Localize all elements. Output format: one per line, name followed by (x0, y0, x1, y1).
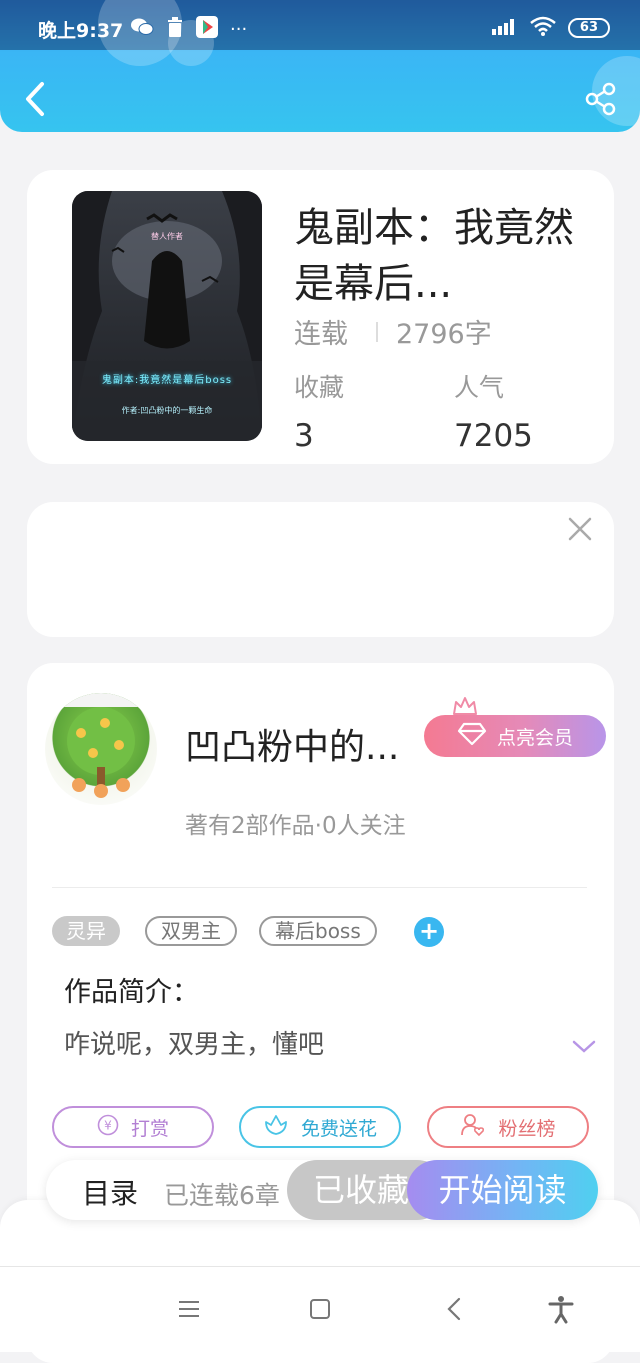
popularity-label: 人气 (454, 373, 505, 402)
signal-icon (491, 17, 518, 39)
svg-text:¥: ¥ (104, 1118, 112, 1132)
tree-avatar-icon (45, 693, 157, 798)
send-flower-label: 免费送花 (300, 1117, 377, 1140)
wifi-icon (530, 16, 556, 40)
intro-label: 作品简介： (64, 977, 199, 1008)
flower-icon (263, 1114, 289, 1141)
intro-text: 咋说呢，双男主，懂吧 (64, 1030, 325, 1060)
back-nav-icon[interactable] (440, 1294, 470, 1324)
book-title: 鬼副本：我竟然是幕后... (294, 205, 574, 307)
plus-icon: + (418, 917, 440, 945)
book-cover[interactable]: 替人作者 鬼副本:我竟然是幕后boss 作者:凹凸粉中的一颗生命 (72, 191, 262, 441)
cover-artwork (72, 191, 262, 441)
author-name[interactable]: 凹凸粉中的... (185, 718, 399, 770)
fans-ranking-label: 粉丝榜 (498, 1117, 556, 1140)
more-icon: ··· (230, 19, 248, 40)
cover-top-text: 替人作者 (151, 232, 183, 241)
tip-button-label: 打赏 (130, 1117, 169, 1140)
tip-button[interactable]: ¥ 打赏 (52, 1106, 214, 1148)
vip-button-label: 点亮会员 (496, 726, 573, 749)
user-heart-icon (460, 1113, 486, 1142)
play-store-icon (196, 16, 218, 43)
vip-button[interactable]: 点亮会员 (424, 715, 606, 757)
home-icon[interactable] (305, 1294, 335, 1324)
serial-status: 连载 (294, 319, 348, 350)
favorites-value: 3 (294, 418, 314, 454)
add-tag-button[interactable]: + (414, 917, 444, 947)
accessibility-icon[interactable] (546, 1294, 576, 1324)
chapter-count[interactable]: 已连载6章 (164, 1176, 294, 1212)
crown-icon (452, 696, 478, 716)
share-icon (584, 82, 618, 120)
word-count: 2796字 (396, 319, 492, 350)
divider (52, 887, 587, 888)
toc-button[interactable]: 目录 (82, 1172, 138, 1212)
tag-chip[interactable]: 灵异 (52, 916, 120, 946)
ad-close-button[interactable] (566, 515, 594, 543)
author-meta: 著有2部作品·0人关注 (185, 813, 406, 839)
send-flower-button[interactable]: 免费送花 (239, 1106, 401, 1148)
avatar[interactable] (45, 693, 157, 805)
ad-card (27, 502, 614, 637)
share-button[interactable] (584, 82, 618, 116)
chevron-left-icon (22, 82, 52, 124)
cover-title: 鬼副本:我竟然是幕后boss (101, 375, 233, 386)
tag-chip[interactable]: 双男主 (145, 916, 237, 946)
status-notification-icons: ··· (130, 16, 247, 43)
close-icon (566, 517, 594, 547)
divider (376, 322, 378, 342)
cover-subtitle: 作者:凹凸粉中的一颗生命 (121, 406, 213, 415)
trash-icon (166, 17, 184, 42)
popularity-value: 7205 (454, 418, 533, 454)
back-button[interactable] (22, 80, 52, 120)
status-system-icons: 63 (491, 16, 610, 40)
wechat-icon (130, 17, 154, 42)
chevron-down-icon (570, 1040, 598, 1060)
expand-intro-button[interactable] (570, 1038, 598, 1056)
yen-icon: ¥ (97, 1114, 119, 1141)
favorites-label: 收藏 (294, 373, 345, 402)
start-reading-button[interactable]: 开始阅读 (407, 1160, 598, 1220)
menu-icon[interactable] (174, 1294, 204, 1324)
fans-ranking-button[interactable]: 粉丝榜 (427, 1106, 589, 1148)
tag-chip[interactable]: 幕后boss (259, 916, 377, 946)
battery-indicator: 63 (567, 18, 610, 38)
status-time: 晚上9:37 (38, 20, 124, 42)
diamond-icon (457, 722, 487, 751)
